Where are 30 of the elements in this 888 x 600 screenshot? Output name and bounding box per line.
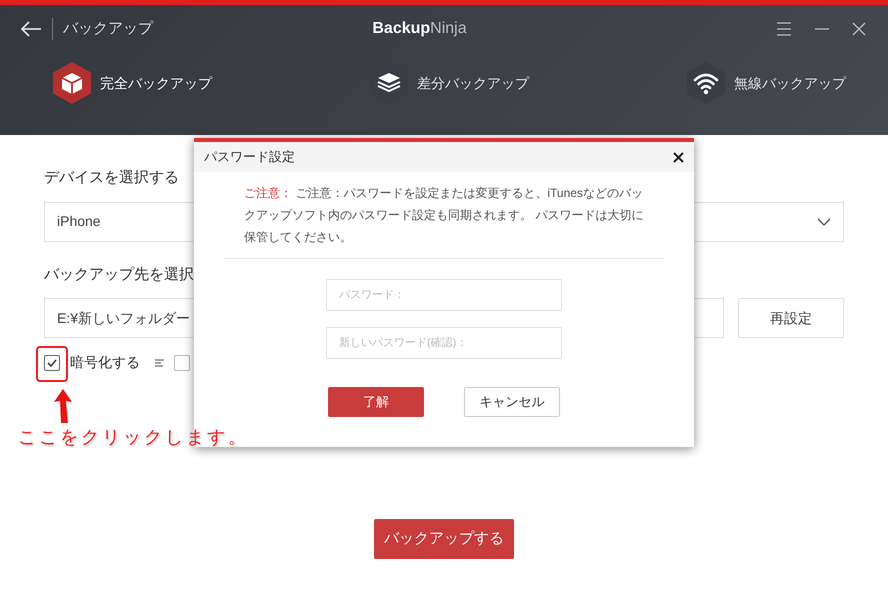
wifi-icon	[684, 61, 728, 105]
cube-icon	[50, 61, 94, 105]
brand-logo-suffix: Ninja	[430, 19, 467, 39]
checkbox[interactable]	[174, 354, 190, 370]
highlight-frame	[36, 346, 68, 382]
backup-button[interactable]: バックアップする	[374, 519, 514, 559]
chevron-down-icon	[817, 218, 831, 226]
mode-tab[interactable]: 無線バックアップ	[684, 61, 846, 105]
password-field[interactable]: パスワード：	[326, 279, 562, 311]
mode-tab[interactable]: 完全バックアップ	[50, 61, 212, 105]
dialog-title: パスワード設定	[204, 148, 295, 166]
notice-text: ご注意： ご注意：パスワードを設定または変更すると、iTunesなどのバックアップソフト内のパスワード設定も同期されます。 パスワードは大切に保管してください。	[243, 185, 644, 246]
list-icon[interactable]	[154, 358, 166, 368]
close-icon[interactable]	[673, 152, 684, 162]
reset-button[interactable]: 再設定	[738, 298, 844, 338]
field-label: デバイスを選択する	[44, 168, 180, 188]
brand-logo: Backup	[372, 19, 430, 39]
field-label: バックアップ先を選択	[44, 264, 195, 284]
annotation-text: ここをクリックします。	[18, 426, 249, 449]
menu-icon[interactable]	[776, 22, 792, 36]
mode-tab[interactable]: 差分バックアップ	[367, 61, 529, 105]
confirm-password-field[interactable]: 新しいパスワード(確認)：	[326, 327, 562, 359]
checkbox-label: 暗号化する	[70, 353, 140, 372]
page-title: バックアップ	[63, 18, 154, 39]
checkbox[interactable]	[44, 354, 60, 370]
pointer-arrow	[52, 388, 74, 424]
cancel-button[interactable]: キャンセル	[464, 387, 560, 417]
checkmark-icon	[47, 358, 57, 366]
ok-button[interactable]: 了解	[328, 387, 424, 417]
back-arrow-icon[interactable]	[20, 21, 42, 37]
